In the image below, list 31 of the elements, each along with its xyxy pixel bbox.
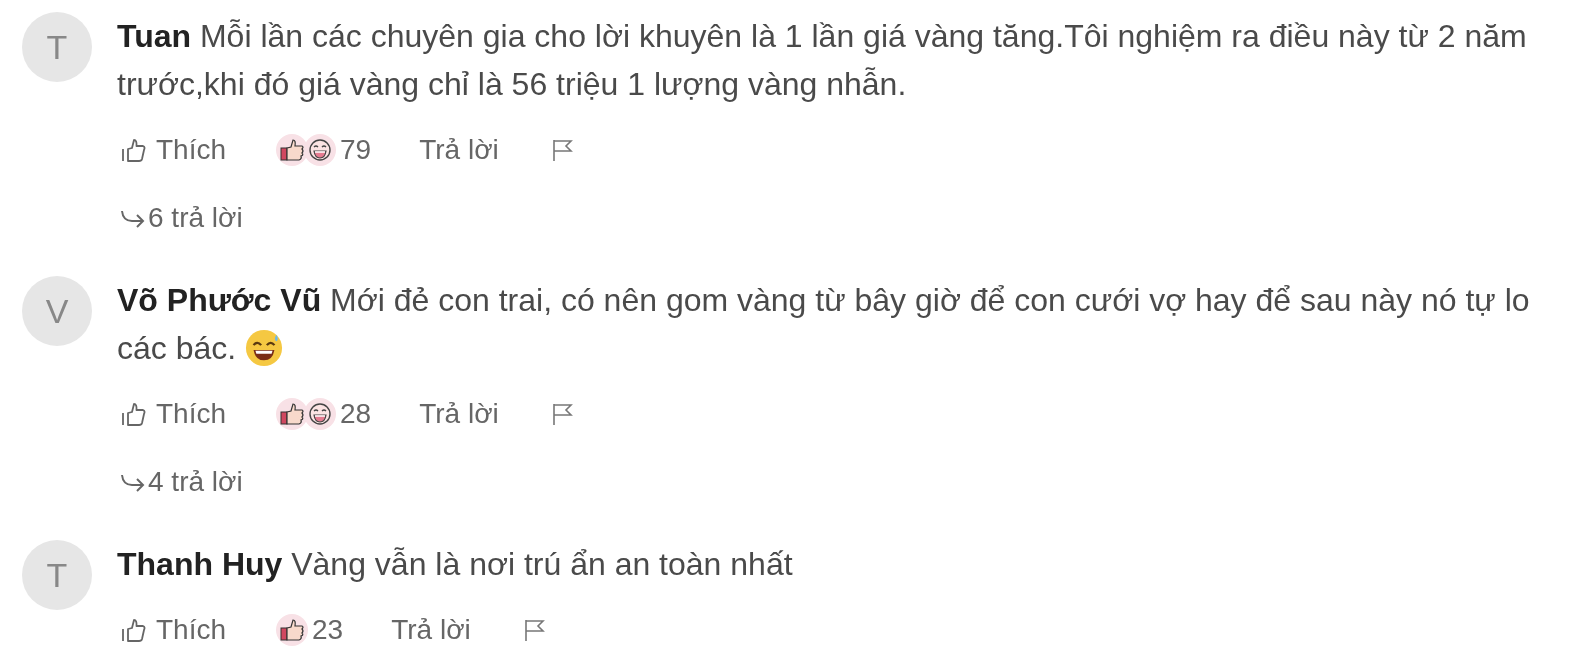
like-button[interactable]: Thích	[120, 134, 227, 166]
like-button[interactable]: Thích	[120, 614, 227, 646]
thumbs-up-icon	[120, 136, 148, 164]
reaction-count: 79	[340, 134, 372, 166]
thumbs-up-icon	[276, 134, 309, 166]
flag-icon[interactable]	[522, 618, 547, 642]
avatar: V	[22, 276, 92, 346]
comment-text: Thanh Huy Vàng vẫn là nơi trú ẩn an toàn nhất	[117, 545, 794, 584]
comment-text: Tuan Mỗi lần các chuyên gia cho lời khuyên là 1 lần giá vàng tăng.Tôi nghiệm ra điều này từ 2 năm trước,khi đó giá vàng chỉ là 56 triệu 1 lượng vàng nhẫn.	[117, 17, 1528, 104]
reaction-count: 28	[340, 398, 372, 430]
thumbs-up-icon	[276, 398, 309, 430]
reply-arrow-icon	[120, 208, 146, 228]
reply-arrow-icon	[120, 472, 146, 492]
view-replies-link[interactable]: 4 trả lời	[120, 462, 243, 502]
reply-button[interactable]: Trả lời	[391, 614, 471, 646]
laughing-face-icon	[304, 134, 337, 166]
laughing-face-icon	[304, 398, 337, 430]
sweat-smile-icon	[245, 329, 284, 367]
comment-text: Võ Phước Vũ Mới đẻ con trai, có nên gom vàng từ bây giờ để con cưới vợ hay để sau này nó tự lo các bác.	[117, 281, 1531, 369]
thumbs-up-icon	[276, 614, 309, 646]
avatar: T	[22, 540, 92, 610]
thumbs-up-icon	[120, 616, 148, 644]
reaction-count: 23	[312, 614, 344, 646]
thumbs-up-icon	[120, 400, 148, 428]
avatar: T	[22, 12, 92, 82]
like-button[interactable]: Thích	[120, 398, 227, 430]
flag-icon[interactable]	[550, 138, 575, 162]
flag-icon[interactable]	[550, 402, 575, 426]
reply-button[interactable]: Trả lời	[419, 398, 499, 430]
reply-button[interactable]: Trả lời	[419, 134, 499, 166]
view-replies-link[interactable]: 6 trả lời	[120, 198, 243, 238]
